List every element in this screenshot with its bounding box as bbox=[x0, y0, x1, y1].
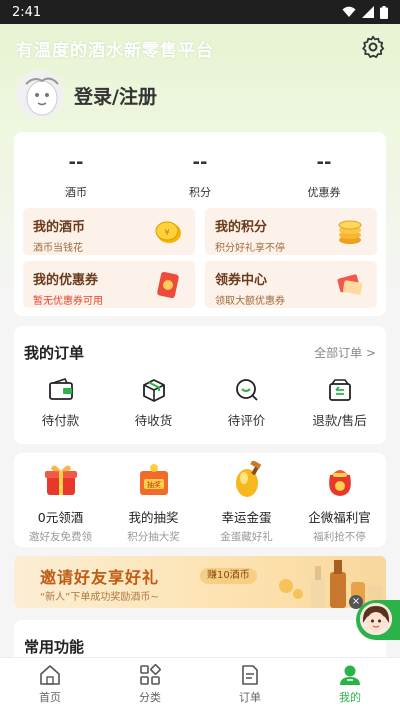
stat-points[interactable]: -- 积分 bbox=[138, 152, 262, 200]
promo-title: 幸运金蛋 bbox=[221, 510, 272, 525]
stat-label: 优惠券 bbox=[307, 186, 341, 199]
coin-stack-icon bbox=[338, 220, 362, 244]
promo-title: 企微福利官 bbox=[308, 510, 371, 525]
order-pending-review[interactable]: 待评价 bbox=[200, 378, 293, 429]
promo-golden-egg[interactable]: 幸运金蛋 金蛋藏好礼 bbox=[200, 460, 293, 544]
promo-subtitle: 金蛋藏好礼 bbox=[220, 531, 273, 543]
battery-icon bbox=[380, 5, 388, 19]
order-status-label: 待评价 bbox=[227, 413, 266, 428]
tile-coupon-center[interactable]: 领券中心 领取大额优惠券 bbox=[205, 261, 377, 308]
login-register-link[interactable]: 登录/注册 bbox=[74, 82, 157, 109]
home-icon bbox=[40, 665, 60, 685]
tab-label: 订单 bbox=[239, 691, 261, 704]
orders-title: 我的订单 bbox=[24, 344, 85, 362]
order-pending-payment[interactable]: 待付款 bbox=[14, 378, 107, 429]
review-icon bbox=[235, 379, 258, 401]
stat-coins[interactable]: -- 酒币 bbox=[14, 152, 138, 200]
stat-label: 酒币 bbox=[65, 186, 87, 199]
promo-title: 0元领酒 bbox=[37, 510, 84, 525]
order-pending-receipt[interactable]: 待收货 bbox=[107, 378, 200, 429]
avatar[interactable] bbox=[16, 70, 64, 118]
all-orders-link[interactable]: 全部订单 > bbox=[314, 344, 376, 361]
promo-wechat-welfare[interactable]: 企微福利官 福利抢不停 bbox=[293, 461, 386, 544]
svg-text:抽奖: 抽奖 bbox=[147, 480, 161, 489]
wifi-icon bbox=[342, 6, 356, 17]
slogan-title: 有温度的酒水新零售平台 bbox=[16, 41, 214, 61]
red-envelope-icon bbox=[337, 274, 363, 295]
promo-card: 0元领酒 邀好友免费领 抽奖 我的抽奖 积分抽大奖 幸运金蛋 金蛋藏好礼 企微福… bbox=[14, 453, 386, 547]
default-avatar-icon bbox=[16, 70, 64, 118]
order-status-label: 退款/售后 bbox=[312, 413, 367, 428]
tile-my-coins[interactable]: 我的酒币 酒币当钱花 ¥ bbox=[23, 208, 195, 255]
wallet-icon bbox=[48, 378, 73, 400]
tile-my-coupons[interactable]: 我的优惠券 暂无优惠券可用 bbox=[23, 261, 195, 308]
promo-free-wine[interactable]: 0元领酒 邀好友免费领 bbox=[14, 461, 107, 544]
tab-label: 我的 bbox=[339, 691, 361, 704]
tab-label: 首页 bbox=[39, 691, 61, 704]
promo-subtitle: 积分抽大奖 bbox=[127, 531, 180, 543]
tab-profile[interactable]: 我的 bbox=[300, 658, 400, 712]
coupon-icon bbox=[157, 271, 179, 299]
tile-my-points[interactable]: 我的积分 积分好礼享不停 bbox=[205, 208, 377, 255]
stat-value: -- bbox=[192, 152, 208, 173]
promo-lottery[interactable]: 抽奖 我的抽奖 积分抽大奖 bbox=[107, 461, 200, 544]
gift-icon bbox=[44, 465, 77, 495]
category-icon bbox=[140, 664, 161, 685]
order-icon bbox=[242, 665, 258, 685]
order-status-row: 待付款 待收货 待评价 退款/售后 bbox=[14, 378, 386, 429]
stat-label: 积分 bbox=[189, 186, 211, 199]
banner-title: 邀请好友享好礼 bbox=[40, 568, 160, 587]
promo-title: 我的抽奖 bbox=[128, 510, 179, 525]
banner-subtitle: “新人”下单成功奖励酒币~ bbox=[40, 592, 159, 603]
status-bar: 2:41 bbox=[0, 0, 400, 24]
tab-orders[interactable]: 订单 bbox=[200, 658, 300, 712]
promo-subtitle: 邀好友免费领 bbox=[29, 531, 92, 543]
stat-coupons[interactable]: -- 优惠券 bbox=[262, 152, 386, 200]
refund-icon bbox=[328, 379, 351, 401]
order-refund[interactable]: 退款/售后 bbox=[293, 378, 386, 429]
status-time: 2:41 bbox=[12, 4, 42, 20]
order-status-label: 待收货 bbox=[134, 413, 173, 428]
stats-row: -- 酒币 -- 积分 -- 优惠券 bbox=[14, 152, 386, 200]
order-status-label: 待付款 bbox=[41, 413, 80, 428]
lucky-bag-icon bbox=[328, 470, 351, 496]
status-icons bbox=[342, 5, 388, 19]
tab-category[interactable]: 分类 bbox=[100, 658, 200, 712]
tab-label: 分类 bbox=[139, 691, 161, 704]
cell-signal-icon bbox=[362, 6, 374, 18]
bottom-tab-bar: 首页 分类 订单 我的 bbox=[0, 657, 400, 712]
common-functions-title: 常用功能 bbox=[24, 638, 85, 656]
banner-reward-badge: 赚10酒币 bbox=[200, 568, 257, 584]
promo-subtitle: 福利抢不停 bbox=[313, 531, 366, 543]
profile-icon bbox=[340, 665, 360, 685]
service-agent-icon bbox=[360, 603, 392, 635]
promo-row: 0元领酒 邀好友免费领 抽奖 我的抽奖 积分抽大奖 幸运金蛋 金蛋藏好礼 企微福… bbox=[14, 460, 386, 544]
golden-egg-icon bbox=[235, 460, 261, 497]
lottery-icon: 抽奖 bbox=[139, 464, 168, 495]
stat-value: -- bbox=[316, 152, 332, 173]
stat-value: -- bbox=[68, 152, 84, 173]
orders-card: 我的订单 全部订单 > 待付款 待收货 待评价 退款/售后 bbox=[14, 326, 386, 444]
assets-card: -- 酒币 -- 积分 -- 优惠券 我的酒币 酒币当钱花 ¥ 我的积分 积分好… bbox=[14, 132, 386, 316]
svg-text:¥: ¥ bbox=[164, 228, 169, 237]
wine-bottles-illustration bbox=[279, 560, 382, 608]
gold-coin-icon: ¥ bbox=[155, 221, 181, 243]
box-icon bbox=[142, 379, 165, 402]
invite-banner[interactable]: 邀请好友享好礼 赚10酒币 “新人”下单成功奖励酒币~ bbox=[14, 556, 386, 608]
tab-home[interactable]: 首页 bbox=[0, 658, 100, 712]
customer-service-avatar[interactable] bbox=[358, 601, 394, 637]
settings-gear-icon[interactable] bbox=[360, 34, 386, 60]
close-float-icon[interactable]: × bbox=[349, 595, 363, 609]
